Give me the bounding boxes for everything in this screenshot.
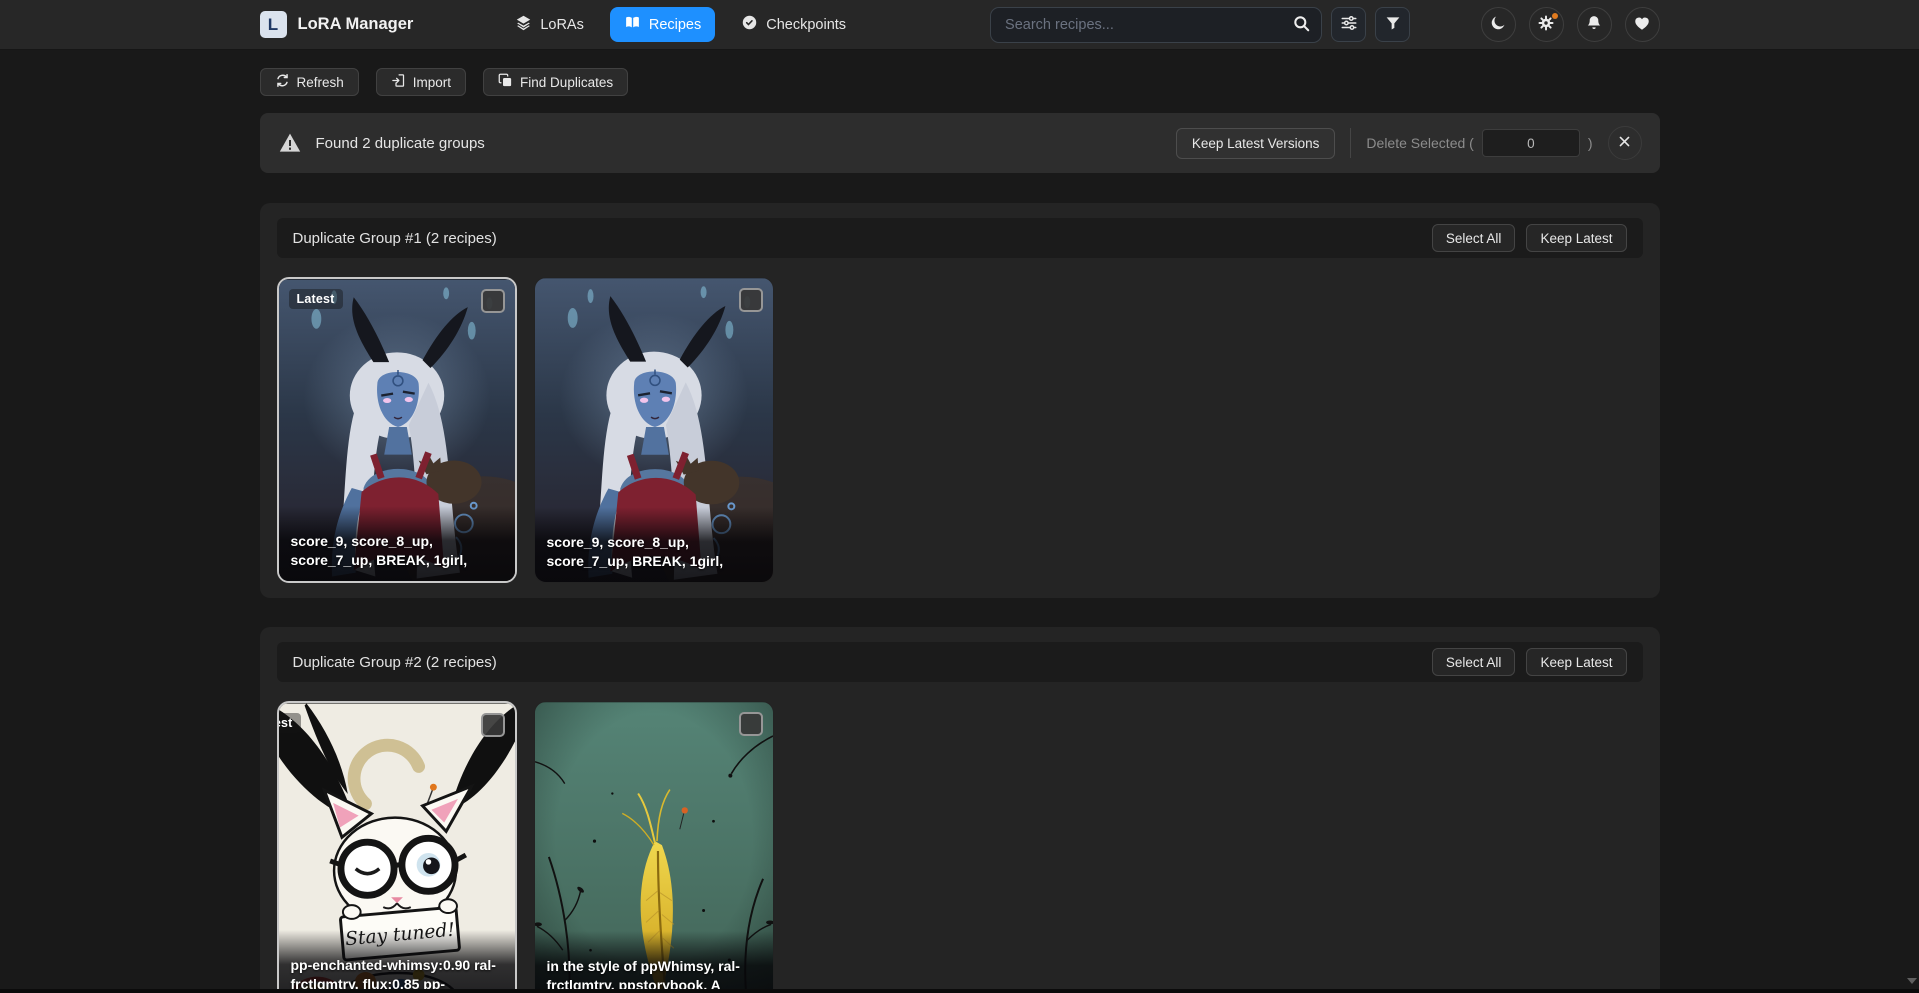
brand: L LoRA Manager — [260, 11, 414, 38]
duplicates-alert-bar: Found 2 duplicate groups Keep Latest Ver… — [260, 113, 1660, 173]
divider — [1350, 128, 1351, 158]
tab-checkpoints[interactable]: Checkpoints — [727, 7, 860, 42]
main-content: Refresh Import Find Duplicates Found 2 d… — [260, 68, 1660, 993]
group-2-actions: Select All Keep Latest — [1432, 648, 1627, 676]
tab-loras[interactable]: LoRAs — [501, 7, 598, 42]
heart-icon — [1633, 14, 1651, 35]
search-icon — [1292, 14, 1311, 36]
refresh-icon — [275, 73, 290, 91]
tab-recipes-label: Recipes — [649, 17, 701, 33]
latest-badge: Latest — [277, 713, 301, 733]
scrollbar-down-arrow[interactable] — [1907, 978, 1917, 984]
bell-icon — [1585, 14, 1603, 35]
keep-latest-versions-button[interactable]: Keep Latest Versions — [1176, 128, 1336, 159]
toolbar: Refresh Import Find Duplicates — [260, 68, 1660, 96]
card-checkbox[interactable] — [739, 712, 763, 736]
close-icon — [1617, 134, 1632, 152]
funnel-filter-button[interactable] — [1375, 7, 1410, 42]
find-duplicates-button[interactable]: Find Duplicates — [483, 68, 628, 96]
group-1-cards: Latest score_9, score_8_up, score_7_up, … — [277, 277, 1643, 583]
refresh-label: Refresh — [297, 75, 344, 90]
find-duplicates-label: Find Duplicates — [520, 75, 613, 90]
delete-selected-button[interactable]: Delete Selected ( 0 ) — [1366, 129, 1592, 157]
delete-selected-count: 0 — [1482, 129, 1580, 157]
settings-button[interactable] — [1529, 7, 1564, 42]
duplicate-group-2: Duplicate Group #2 (2 recipes) Select Al… — [260, 627, 1660, 993]
search-button[interactable] — [1286, 10, 1316, 40]
open-book-icon — [624, 14, 641, 35]
update-indicator-dot — [1552, 13, 1558, 19]
import-button[interactable]: Import — [376, 68, 466, 96]
group-2-select-all-button[interactable]: Select All — [1432, 648, 1516, 676]
group-1-keep-latest-button[interactable]: Keep Latest — [1526, 224, 1626, 252]
import-icon — [391, 73, 406, 91]
group-2-keep-latest-button[interactable]: Keep Latest — [1526, 648, 1626, 676]
recipe-card[interactable]: Latest pp-enchanted-whimsy:0.90 ral-frct… — [277, 701, 517, 993]
import-label: Import — [413, 75, 451, 90]
alert-message: Found 2 duplicate groups — [316, 135, 485, 152]
recipe-card[interactable]: in the style of ppWhimsy, ral-frctlgmtry… — [534, 701, 774, 993]
recipe-caption: in the style of ppWhimsy, ral-frctlgmtry… — [535, 931, 773, 993]
recipe-card[interactable]: score_9, score_8_up, score_7_up, BREAK, … — [534, 277, 774, 583]
check-circle-icon — [741, 14, 758, 35]
card-checkbox[interactable] — [481, 289, 505, 313]
latest-badge: Latest — [289, 289, 343, 309]
group-1-header: Duplicate Group #1 (2 recipes) Select Al… — [277, 218, 1643, 258]
card-checkbox[interactable] — [481, 713, 505, 737]
support-button[interactable] — [1625, 7, 1660, 42]
theme-toggle-button[interactable] — [1481, 7, 1516, 42]
group-1-select-all-button[interactable]: Select All — [1432, 224, 1516, 252]
delete-selected-label: Delete Selected ( — [1366, 135, 1473, 151]
tab-recipes[interactable]: Recipes — [610, 7, 715, 42]
notifications-button[interactable] — [1577, 7, 1612, 42]
tab-loras-label: LoRAs — [540, 17, 584, 33]
group-2-cards: Latest pp-enchanted-whimsy:0.90 ral-frct… — [277, 701, 1643, 993]
search — [990, 7, 1322, 43]
recipe-caption: score_9, score_8_up, score_7_up, BREAK, … — [279, 506, 515, 581]
search-input[interactable] — [990, 7, 1322, 43]
navbar: L LoRA Manager LoRAs Recipes Checkpoi — [0, 0, 1919, 50]
warning-triangle-icon — [278, 131, 302, 155]
nav-icon-buttons — [1481, 7, 1660, 42]
page-scrollbar[interactable] — [1909, 0, 1919, 989]
recipe-card[interactable]: Latest score_9, score_8_up, score_7_up, … — [277, 277, 517, 583]
group-2-header: Duplicate Group #2 (2 recipes) Select Al… — [277, 642, 1643, 682]
main-tabs: LoRAs Recipes Checkpoints — [501, 7, 860, 42]
funnel-filter-icon — [1384, 14, 1402, 35]
duplicate-group-1: Duplicate Group #1 (2 recipes) Select Al… — [260, 203, 1660, 598]
alert-close-button[interactable] — [1608, 126, 1642, 160]
delete-selected-suffix: ) — [1588, 135, 1593, 151]
tab-checkpoints-label: Checkpoints — [766, 17, 846, 33]
alert-actions: Keep Latest Versions Delete Selected ( 0… — [1176, 126, 1642, 160]
window-bottom-edge — [0, 989, 1919, 993]
recipe-caption: score_9, score_8_up, score_7_up, BREAK, … — [535, 507, 773, 582]
group-1-actions: Select All Keep Latest — [1432, 224, 1627, 252]
refresh-button[interactable]: Refresh — [260, 68, 359, 96]
filter-sliders-button[interactable] — [1331, 7, 1366, 42]
group-2-title: Duplicate Group #2 (2 recipes) — [293, 654, 497, 671]
app-logo: L — [260, 11, 287, 38]
group-1-title: Duplicate Group #1 (2 recipes) — [293, 230, 497, 247]
duplicate-copy-icon — [498, 73, 513, 91]
moon-icon — [1489, 14, 1507, 35]
app-title: LoRA Manager — [298, 15, 414, 34]
recipe-caption: pp-enchanted-whimsy:0.90 ral-frctlgmtry,… — [279, 930, 515, 993]
sliders-icon — [1340, 14, 1358, 35]
layers-icon — [515, 14, 532, 35]
card-checkbox[interactable] — [739, 288, 763, 312]
